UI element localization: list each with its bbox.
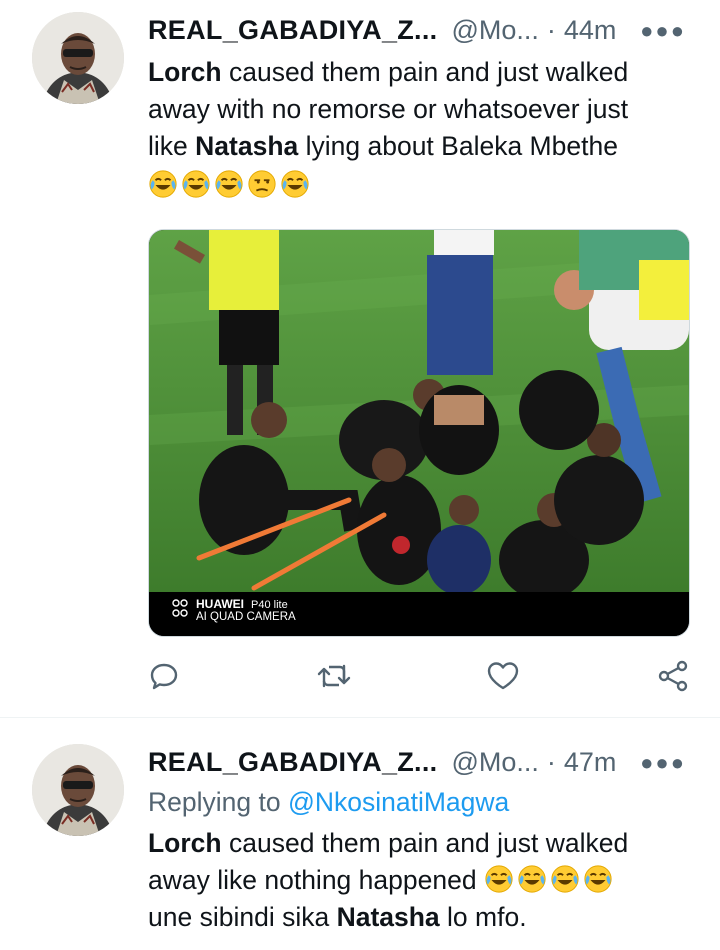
face-with-tears-of-joy-icon xyxy=(484,864,514,894)
timestamp[interactable]: 44m xyxy=(564,15,617,46)
avatar[interactable] xyxy=(32,12,124,104)
face-with-tears-of-joy-icon xyxy=(583,864,613,894)
face-with-tears-of-joy-icon xyxy=(550,864,580,894)
timestamp[interactable]: 47m xyxy=(564,747,617,778)
tweet-text: Lorch caused them pain and just walked a… xyxy=(148,54,698,204)
mention-natasha: Natasha xyxy=(336,902,440,932)
replying-to-label: Replying to xyxy=(148,787,288,817)
text-line-3: une sibindi sika Natasha lo mfo. xyxy=(148,899,698,936)
user-handle[interactable]: @Mo... xyxy=(451,15,538,46)
face-with-tears-of-joy-icon xyxy=(214,169,244,199)
separator-dot: · xyxy=(546,746,556,777)
tweet-media-photo[interactable]: HUAWEI P40 lite AI QUAD CAMERA xyxy=(148,229,690,637)
mention-lorch: Lorch xyxy=(148,57,222,87)
like-icon[interactable] xyxy=(486,660,522,696)
face-with-tears-of-joy-icon xyxy=(181,169,211,199)
text-span: caused them pain and just walked xyxy=(221,828,629,858)
text-span: lying about Baleka Mbethe xyxy=(298,131,618,161)
retweet-icon[interactable] xyxy=(316,660,352,696)
mention-natasha: Natasha xyxy=(195,131,299,161)
replying-to: Replying to @NkosinatiMagwa xyxy=(148,784,698,821)
text-span: like xyxy=(148,131,196,161)
separator-dot: · xyxy=(546,14,556,45)
tweet-text: Replying to @NkosinatiMagwa Lorch caused… xyxy=(148,784,698,936)
emoji-row xyxy=(148,167,698,204)
face-with-tears-of-joy-icon xyxy=(280,169,310,199)
share-icon[interactable] xyxy=(656,660,692,696)
text-line-2: away with no remorse or whatsoever just xyxy=(148,94,629,124)
watermark-model: P40 lite xyxy=(251,599,288,611)
text-span: caused them pain and just walked xyxy=(221,57,629,87)
display-name[interactable]: REAL_GABADIYA_Z... xyxy=(148,15,437,46)
tweet-header: REAL_GABADIYA_Z... @Mo... · 47m xyxy=(148,744,616,780)
more-horizontal-icon[interactable]: ●●● xyxy=(640,18,686,44)
tweet-header: REAL_GABADIYA_Z... @Mo... · 44m xyxy=(148,12,616,48)
reply-icon[interactable] xyxy=(148,660,184,696)
text-span: away like nothing happened xyxy=(148,865,477,895)
unamused-face-icon xyxy=(247,169,277,199)
text-line-1: Lorch caused them pain and just walked xyxy=(148,825,698,862)
watermark-brand: HUAWEI xyxy=(196,597,244,611)
tweet-divider xyxy=(0,717,720,718)
text-line-2: away like nothing happened xyxy=(148,862,698,899)
tweet-actions xyxy=(148,660,693,696)
text-line-1: Lorch caused them pain and just walked xyxy=(148,54,698,91)
watermark-line2: AI QUAD CAMERA xyxy=(196,611,296,623)
text-span: une sibindi sika xyxy=(148,902,337,932)
face-with-tears-of-joy-icon xyxy=(148,169,178,199)
football-players-photo: HUAWEI P40 lite AI QUAD CAMERA xyxy=(149,230,689,636)
face-with-tears-of-joy-icon xyxy=(517,864,547,894)
text-line-3: like Natasha lying about Baleka Mbethe xyxy=(148,128,698,165)
display-name[interactable]: REAL_GABADIYA_Z... xyxy=(148,747,437,778)
mention-lorch: Lorch xyxy=(148,828,222,858)
user-handle[interactable]: @Mo... xyxy=(451,747,538,778)
avatar[interactable] xyxy=(32,744,124,836)
text-span: lo mfo. xyxy=(439,902,527,932)
more-horizontal-icon[interactable]: ●●● xyxy=(640,750,686,776)
replying-to-link[interactable]: @NkosinatiMagwa xyxy=(288,787,509,817)
